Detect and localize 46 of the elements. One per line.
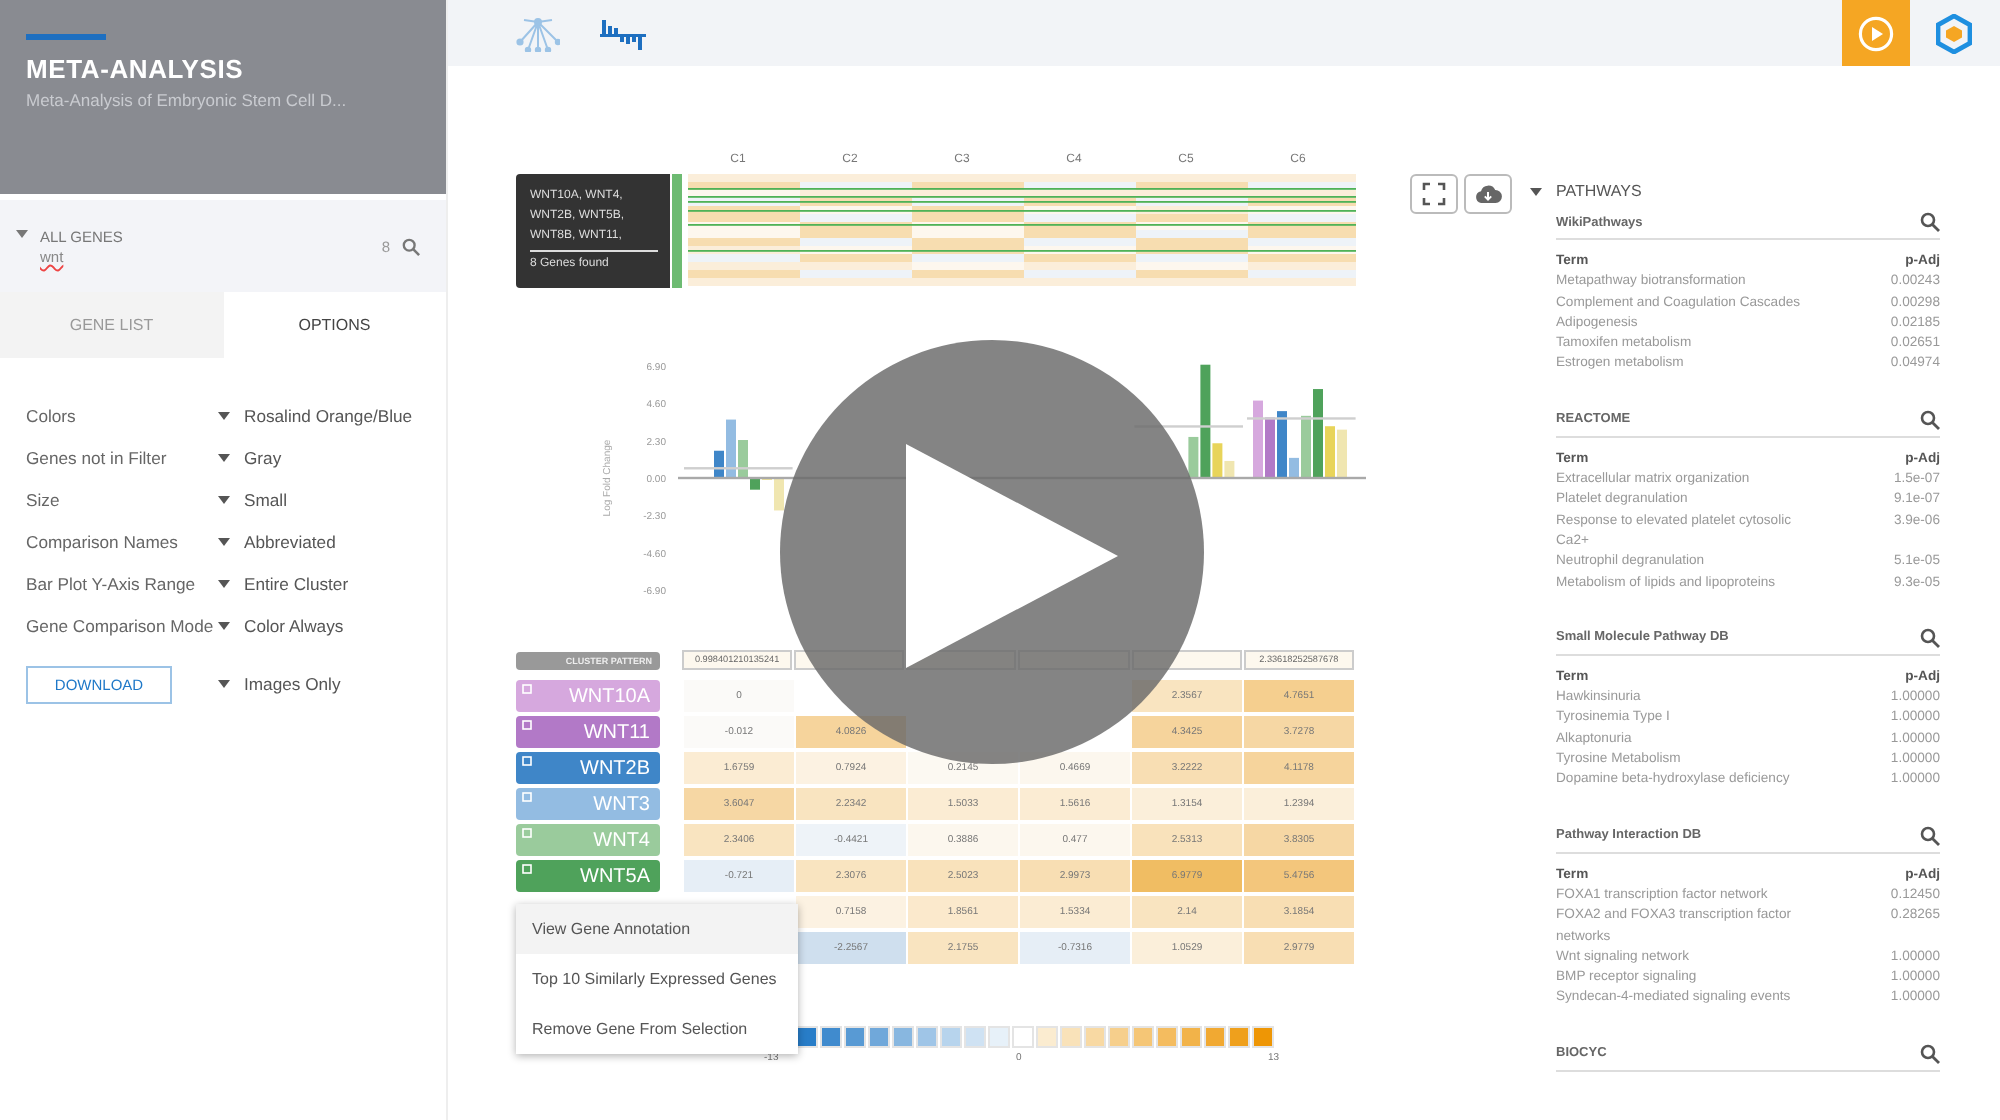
cloud-download-icon <box>1474 184 1502 204</box>
project-subtitle: Meta-Analysis of Embryonic Stem Cell D... <box>26 90 349 110</box>
section-title: PATHWAYS <box>1556 182 1642 200</box>
option-value[interactable]: Entire Cluster <box>244 573 349 593</box>
caret-icon[interactable] <box>218 579 230 587</box>
option-label: Gene Comparison Mode <box>26 615 216 635</box>
caret-icon[interactable] <box>218 537 230 545</box>
fullscreen-icon <box>1422 182 1446 206</box>
option-label: Comparison Names <box>26 531 180 551</box>
square-icon[interactable] <box>522 720 532 730</box>
search-icon[interactable] <box>1920 1043 1940 1064</box>
option-label: Colors <box>26 405 78 425</box>
caret-icon[interactable] <box>1530 187 1542 195</box>
menu-item[interactable]: Remove Gene From Selection <box>516 1004 798 1054</box>
caret-icon[interactable] <box>218 453 230 461</box>
search-icon[interactable] <box>1920 825 1940 846</box>
hexagon-logo-icon[interactable] <box>1936 13 1972 53</box>
menu-item[interactable]: View Gene Annotation <box>516 904 798 954</box>
play-button[interactable] <box>776 336 1208 768</box>
bar-chart-icon[interactable] <box>600 17 648 49</box>
option-value[interactable]: Small <box>244 489 287 509</box>
play-icon <box>1858 15 1894 51</box>
project-title: META-ANALYSIS <box>26 54 246 84</box>
menu-item[interactable]: Top 10 Similarly Expressed Genes <box>516 954 798 1004</box>
search-icon[interactable] <box>1920 409 1940 430</box>
option-label: Bar Plot Y-Axis Range <box>26 573 198 593</box>
option-value[interactable]: Gray <box>244 447 282 467</box>
caret-icon[interactable] <box>218 411 230 419</box>
search-icon[interactable] <box>1920 627 1940 648</box>
option-value[interactable]: Rosalind Orange/Blue <box>244 405 413 425</box>
caret-icon[interactable] <box>218 621 230 629</box>
option-value[interactable]: Color Always <box>244 615 344 635</box>
square-icon[interactable] <box>522 864 532 874</box>
gene-label[interactable]: WNT2B <box>516 752 660 784</box>
caret-icon <box>16 230 28 238</box>
option-label: Genes not in Filter <box>26 447 169 467</box>
fullscreen-button[interactable] <box>1410 174 1458 214</box>
search-icon[interactable] <box>1920 212 1940 232</box>
option-value[interactable]: Images Only <box>244 674 341 694</box>
square-icon[interactable] <box>522 756 532 766</box>
option-label: Size <box>26 489 62 509</box>
download-button[interactable] <box>1464 174 1512 214</box>
caret-icon[interactable] <box>218 680 230 688</box>
search-icon[interactable] <box>402 237 420 255</box>
caret-icon[interactable] <box>218 495 230 503</box>
option-value[interactable]: Abbreviated <box>244 531 336 551</box>
